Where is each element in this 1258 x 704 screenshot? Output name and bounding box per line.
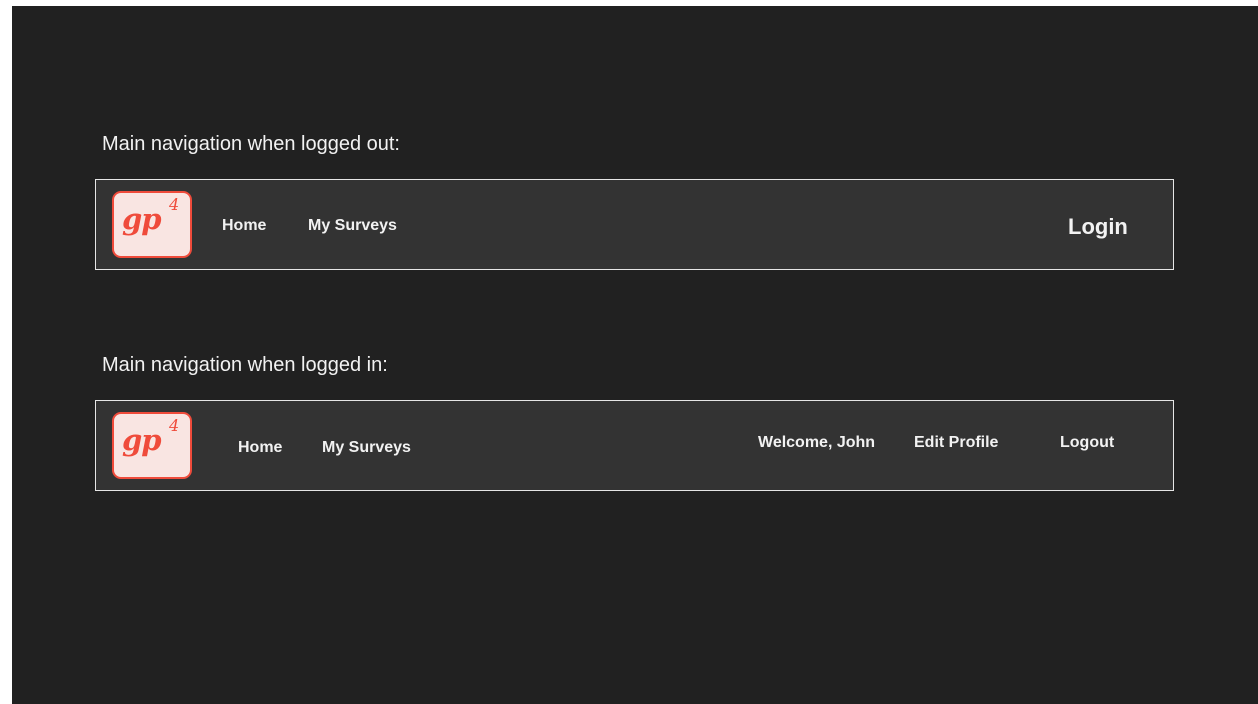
wireframe-canvas: Main navigation when logged out: gp 4 Ho…: [12, 6, 1258, 704]
navbar-logged-out: gp 4 Home My Surveys Login: [95, 179, 1174, 270]
logged-out-section-title: Main navigation when logged out:: [102, 133, 400, 155]
logo-text: gp: [122, 423, 162, 457]
logo-superscript: 4: [169, 416, 180, 435]
navbar-logged-in: gp 4 Home My Surveys Welcome, John Edit …: [95, 400, 1174, 491]
login-button[interactable]: Login: [1068, 214, 1128, 240]
nav-link-home[interactable]: Home: [222, 217, 266, 235]
edit-profile-link[interactable]: Edit Profile: [914, 434, 998, 452]
nav-link-my-surveys[interactable]: My Surveys: [322, 439, 411, 457]
gp4-logo[interactable]: gp 4: [112, 412, 192, 479]
logged-in-section-title: Main navigation when logged in:: [102, 354, 388, 376]
nav-link-home[interactable]: Home: [238, 439, 282, 457]
gp4-logo[interactable]: gp 4: [112, 191, 192, 258]
logout-button[interactable]: Logout: [1060, 434, 1114, 452]
logo-text: gp: [122, 202, 162, 236]
nav-link-my-surveys[interactable]: My Surveys: [308, 217, 397, 235]
welcome-user-text: Welcome, John: [758, 434, 876, 451]
logo-superscript: 4: [169, 195, 180, 214]
